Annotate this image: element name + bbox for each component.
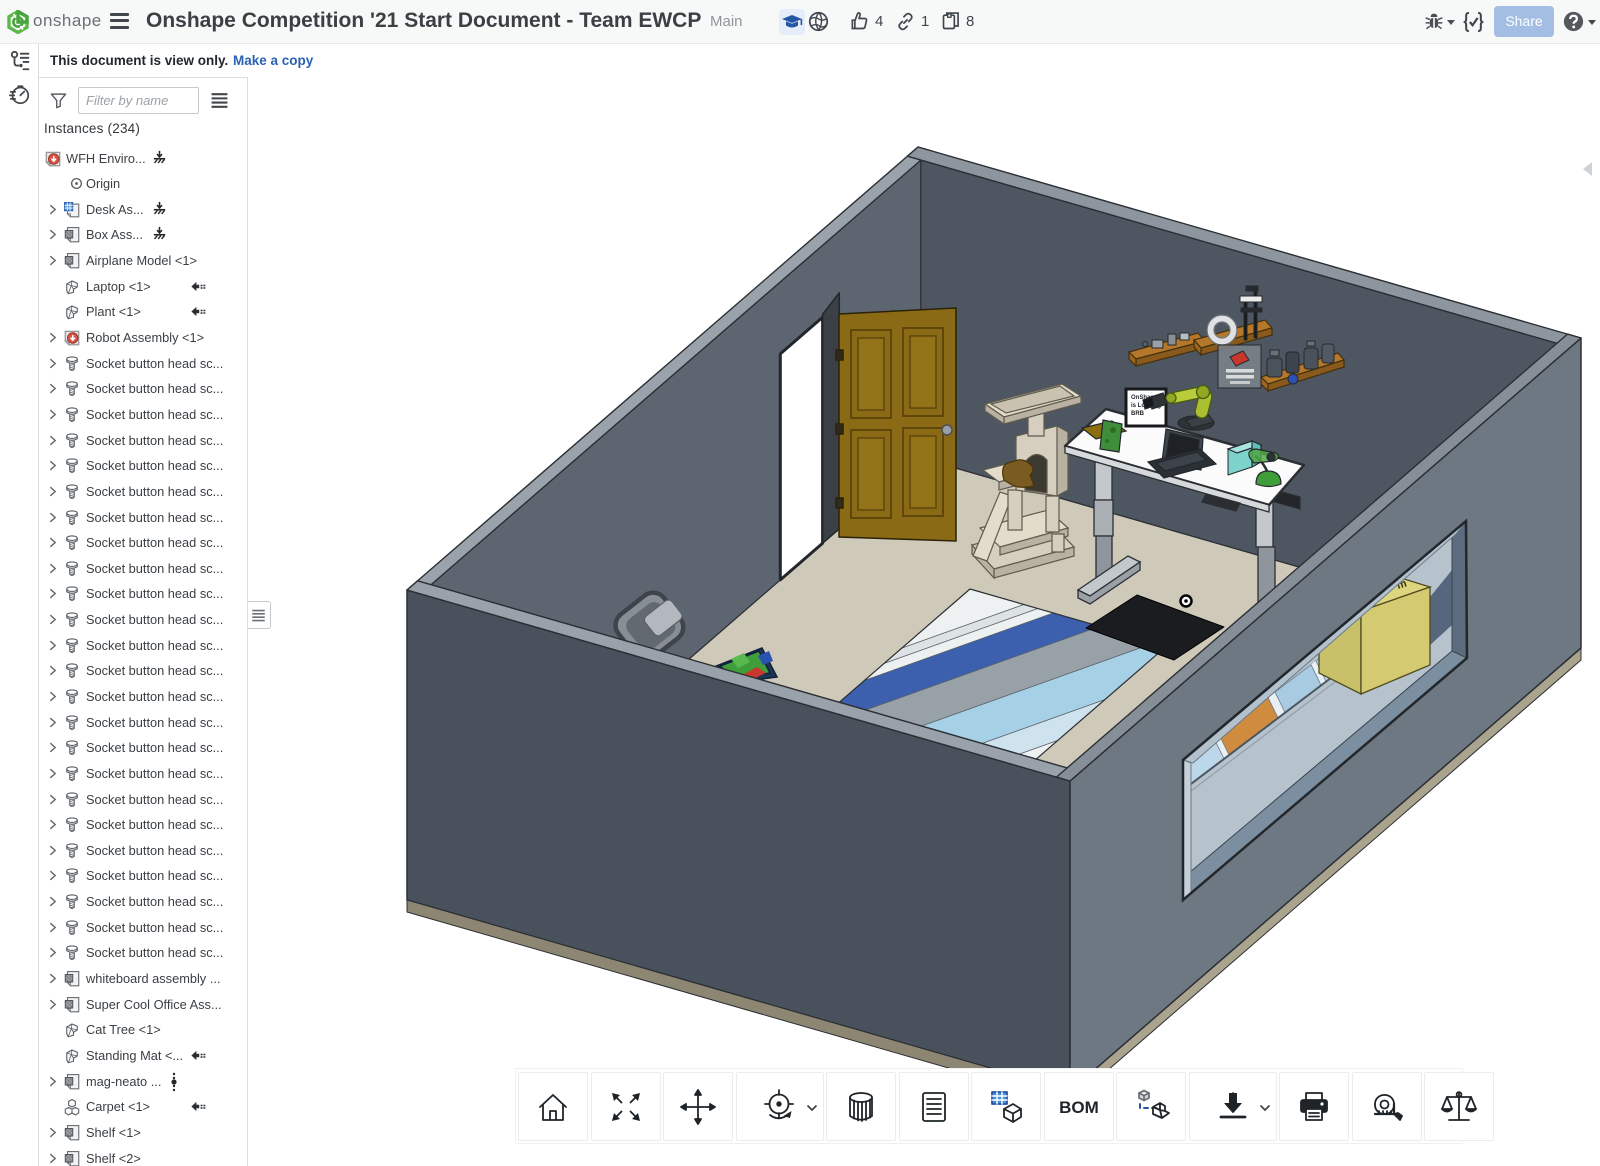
svg-text:BOM: BOM: [1059, 1098, 1099, 1117]
svg-text:BRB: BRB: [1131, 411, 1145, 417]
